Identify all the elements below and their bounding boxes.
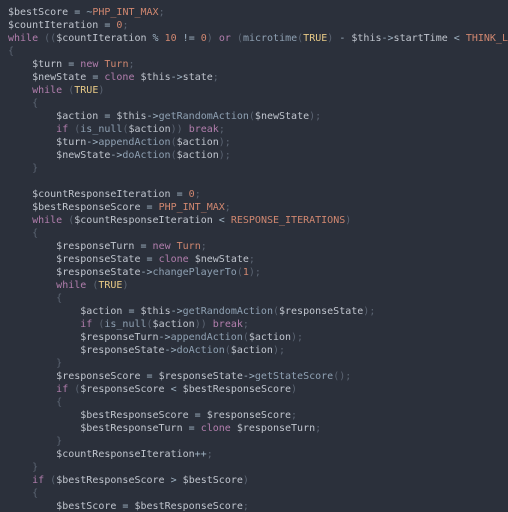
var: $countResponseIteration [32,189,170,200]
bool: TRUE [74,85,98,96]
var: $countResponseIteration [74,215,212,226]
keyword-while: while [8,33,38,44]
var: $action [249,332,291,343]
var: $bestResponseScore [134,501,242,512]
keyword-if: if [80,319,92,330]
var: $this [351,33,381,44]
keyword-if: if [32,475,44,486]
class: Turn [177,241,201,252]
keyword-while: while [32,85,62,96]
var: $responseScore [80,384,164,395]
keyword-new: new [80,59,98,70]
var: $this [141,72,171,83]
var: $countIteration [8,20,98,31]
var: $responseScore [56,371,140,382]
var: $newState [32,72,86,83]
keyword-clone: clone [201,423,231,434]
var: $responseTurn [56,241,134,252]
fn: is_null [80,124,122,135]
code-block: $bestScore = ~PHP_INT_MAX; $countIterati… [0,0,508,512]
var: $responseTurn [237,423,315,434]
fn: changePlayerTo [153,267,237,278]
keyword-break: break [213,319,243,330]
var: $action [231,345,273,356]
keyword-or: or [219,33,231,44]
var: $responseState [159,371,243,382]
class: Turn [104,59,128,70]
var: $bestResponseScore [80,410,188,421]
fn: microtime [243,33,297,44]
keyword-while: while [32,215,62,226]
var: $bestScore [56,501,116,512]
var: $bestScore [183,475,243,486]
prop: state [183,72,213,83]
fn: getStateScore [255,371,333,382]
const: PHP_INT_MAX [159,202,225,213]
var: $action [177,150,219,161]
var: $this [116,111,146,122]
var: $action [177,137,219,148]
var: $newState [195,254,249,265]
prop: startTime [394,33,448,44]
const: PHP_INT_MAX [92,7,158,18]
keyword-break: break [189,124,219,135]
bool: TRUE [303,33,327,44]
fn: doAction [122,150,170,161]
const: RESPONSE_ITERATIONS [231,215,345,226]
num: 10 [165,33,177,44]
var: $turn [32,59,62,70]
bool: TRUE [98,280,122,291]
keyword-if: if [56,384,68,395]
var: $responseState [80,345,164,356]
fn: appendAction [171,332,243,343]
var: $bestResponseScore [32,202,140,213]
var: $action [80,306,122,317]
var: $this [141,306,171,317]
var: $bestResponseTurn [80,423,182,434]
var: $countResponseIteration [56,449,194,460]
var: $action [128,124,170,135]
var: $bestResponseScore [56,475,164,486]
const: THINK_LIMIT [466,33,508,44]
var: $newState [255,111,309,122]
var: $bestScore [8,7,68,18]
var: $responseTurn [80,332,158,343]
fn: getRandomAction [159,111,249,122]
var: $responseState [56,254,140,265]
fn: getRandomAction [183,306,273,317]
keyword-if: if [56,124,68,135]
keyword-clone: clone [104,72,134,83]
var: $action [56,111,98,122]
keyword-new: new [153,241,171,252]
fn: doAction [177,345,225,356]
var: $countIteration [56,33,146,44]
var: $responseScore [207,410,291,421]
keyword-while: while [56,280,86,291]
fn: appendAction [98,137,170,148]
var: $bestResponseScore [183,384,291,395]
var: $action [153,319,195,330]
fn: is_null [104,319,146,330]
var: $newState [56,150,110,161]
var: $responseState [279,306,363,317]
keyword-clone: clone [159,254,189,265]
var: $responseState [56,267,140,278]
var: $turn [56,137,86,148]
